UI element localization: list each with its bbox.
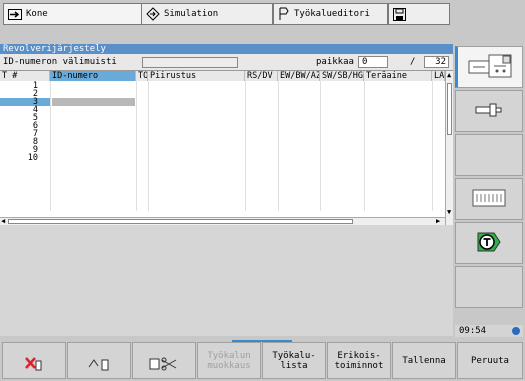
col-header-material[interactable]: Teräaine [364,71,432,81]
mode-tab-bar: Kone Simulation Työkalueditori [0,0,525,30]
col-header-swsbhg[interactable]: SW/SB/HG [320,71,364,81]
tab-kone[interactable]: Kone [3,3,143,25]
tab-save[interactable] [388,3,450,25]
tool-table: T # ID-numero TO Piirustus RS/DV EW/BW/A… [0,70,453,225]
table-row[interactable]: 5 [0,113,445,123]
row-number: 8 [32,137,38,147]
cut-tool-icon [148,345,180,376]
scroll-right-icon[interactable]: ▶ [436,218,440,225]
cut-tool-button[interactable] [132,342,196,379]
status-dot-icon [512,327,520,335]
tool-holder-icon [474,103,504,120]
col-header-to[interactable]: TO [136,71,148,81]
row-number: 9 [32,145,38,155]
id-cell[interactable] [52,82,135,90]
clock-time: 09:54 [459,326,487,336]
id-cell[interactable] [52,106,135,114]
horizontal-softkey-bar: Työkalun muokkaus Työkalu- lista Erikois… [0,340,525,381]
col-header-id[interactable]: ID-numero [50,71,136,81]
delete-tool-button[interactable] [2,342,66,379]
place-label: paikkaa [316,57,354,67]
col-header-la[interactable]: LA [432,71,445,81]
scroll-left-icon[interactable]: ◀ [1,218,5,225]
row-number: 1 [32,81,38,91]
clock-display: 09:54 [455,325,523,337]
tool-t-icon [476,231,502,256]
row-number: 3 [0,98,50,106]
id-cell[interactable] [52,122,135,130]
tool-view-button[interactable] [455,90,523,132]
id-cell[interactable] [52,138,135,146]
place-field[interactable]: 0 [358,56,388,68]
tab-tool-editor[interactable]: Työkalueditori [273,3,388,25]
cancel-button[interactable]: Peruuta [457,342,523,379]
id-cell[interactable] [52,98,135,106]
empty-softkey-1[interactable] [455,134,523,176]
tab-simulation-label: Simulation [164,9,219,19]
tab-kone-label: Kone [26,9,48,19]
vertical-scroll-thumb[interactable] [447,83,452,135]
row-number: 7 [32,129,38,139]
memory-field[interactable] [142,57,238,68]
vertical-softkey-bar: 09:54 [453,44,525,337]
row-number: 4 [32,105,38,115]
table-row[interactable]: 9 [0,145,445,155]
id-cell[interactable] [52,114,135,122]
special-functions-button[interactable]: Erikois- toiminnot [327,342,391,379]
tab-tool-editor-label: Työkalueditori [294,9,370,19]
row-number: 2 [32,89,38,99]
turret-assignment-panel: Revolverijärjestely ID-numeron välimuist… [0,44,453,336]
scroll-up-icon[interactable]: ▲ [447,72,451,79]
col-header-rsdv[interactable]: RS/DV [245,71,278,81]
id-cell[interactable] [52,146,135,154]
tool-list-button[interactable]: Työkalu- lista [262,342,326,379]
table-row-selected[interactable]: 3 [0,98,445,106]
turret-icon [467,51,513,84]
vertical-scrollbar[interactable]: ▲ ▼ [445,71,453,225]
horizontal-scroll-thumb[interactable] [8,219,353,224]
memory-label: ID-numeron välimuisti [3,57,117,67]
horizontal-scrollbar[interactable]: ◀ ▶ [0,217,445,225]
top-right-area [452,0,525,30]
table-row[interactable]: 2 [0,89,445,99]
save-button[interactable]: Tallenna [392,342,456,379]
table-row[interactable]: 8 [0,137,445,147]
empty-softkey-2[interactable] [455,266,523,308]
turret-view-button[interactable] [455,46,523,88]
diamond-arrow-icon [146,7,160,21]
table-row[interactable]: 4 [0,105,445,115]
table-row[interactable]: 7 [0,129,445,139]
row-number: 6 [32,121,38,131]
id-cell[interactable] [52,154,135,162]
row-number: 5 [32,113,38,123]
table-row[interactable]: 6 [0,121,445,131]
scroll-down-icon[interactable]: ▼ [447,209,451,216]
panel-title: Revolverijärjestely [0,44,453,54]
row-number: 10 [27,153,38,163]
delete-tool-icon [23,345,45,376]
col-header-t[interactable]: T # [0,71,50,81]
magazine-icon [471,187,507,212]
table-row[interactable]: 10 [0,153,445,163]
tool-editor-icon [278,7,290,21]
col-header-ewbwaz[interactable]: EW/BW/AZ [278,71,320,81]
id-cell[interactable] [52,90,135,98]
load-tool-button[interactable] [67,342,131,379]
place-separator: / [410,57,416,67]
arrow-right-icon [8,8,22,20]
edit-tool-button[interactable]: Työkalun muokkaus [197,342,261,379]
col-header-drawing[interactable]: Piirustus [148,71,245,81]
load-tool-icon [86,345,112,376]
magazine-view-button[interactable] [455,178,523,220]
id-cell[interactable] [52,130,135,138]
info-row: ID-numeron välimuisti paikkaa 0 / 32 [0,54,453,70]
place-total: 32 [424,56,449,68]
tool-table-button[interactable] [455,222,523,264]
table-row[interactable]: 1 [0,81,445,91]
tab-simulation[interactable]: Simulation [141,3,273,25]
floppy-disk-icon [393,7,406,21]
